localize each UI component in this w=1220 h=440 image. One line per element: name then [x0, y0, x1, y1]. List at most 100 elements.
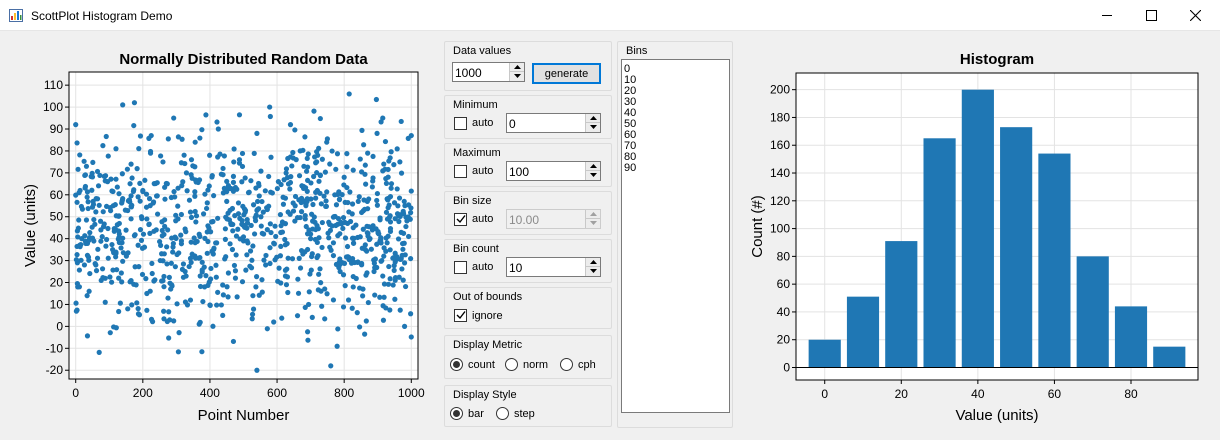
histogram-bar — [885, 241, 918, 368]
style-bar-radio[interactable] — [450, 407, 463, 420]
maximum-arrows[interactable] — [585, 162, 600, 180]
scatter-point — [100, 274, 106, 281]
scatter-point — [208, 265, 214, 272]
bin-count-arrows[interactable] — [585, 258, 600, 276]
scatter-point — [341, 174, 347, 180]
x-tick-label: 1000 — [398, 386, 425, 400]
scatter-point — [282, 267, 289, 273]
scatter-point — [395, 236, 402, 242]
bin-size-arrows[interactable] — [585, 210, 600, 228]
stepper-up-button[interactable] — [586, 210, 600, 219]
data-values-stepper[interactable] — [452, 62, 525, 82]
bin-count-stepper[interactable] — [506, 257, 601, 277]
scatter-point — [82, 233, 88, 239]
stepper-down-button[interactable] — [586, 267, 600, 276]
scatter-point — [139, 271, 146, 278]
scatter-point — [400, 246, 406, 252]
scatter-point — [239, 279, 246, 285]
stepper-down-button[interactable] — [586, 171, 600, 180]
stepper-up-button[interactable] — [586, 162, 600, 171]
scatter-point — [229, 246, 236, 253]
stepper-down-button[interactable] — [510, 72, 524, 81]
scatter-point — [209, 219, 215, 225]
metric-count-radio[interactable] — [450, 358, 463, 371]
scatter-point — [175, 203, 181, 209]
scatter-point — [214, 302, 220, 308]
scatter-point — [103, 243, 109, 249]
metric-norm-radio[interactable] — [505, 358, 518, 371]
scatter-point — [107, 274, 113, 280]
stepper-down-button[interactable] — [586, 219, 600, 228]
style-step-label: step — [514, 408, 535, 420]
scatter-point — [401, 260, 408, 266]
scatter-point — [361, 142, 367, 148]
scatter-point — [159, 233, 165, 239]
bins-listbox[interactable]: 0 10 20 30 40 50 60 70 80 90 — [621, 59, 730, 413]
scatter-point — [166, 335, 172, 341]
scatter-point — [267, 113, 273, 120]
minimum-stepper[interactable] — [506, 113, 601, 133]
scatter-point — [251, 231, 258, 237]
generate-button[interactable]: generate — [532, 63, 601, 84]
chevron-down-icon — [590, 173, 597, 177]
scatter-point — [222, 226, 228, 232]
style-step-radio[interactable] — [496, 407, 509, 420]
minimum-auto-checkbox[interactable] — [454, 117, 467, 130]
scatter-point — [171, 318, 177, 324]
stepper-down-button[interactable] — [586, 123, 600, 132]
list-item[interactable]: 90 — [624, 163, 636, 174]
stepper-up-button[interactable] — [510, 63, 524, 72]
histogram-plot[interactable]: 0 20 40 60 80 100 120 140 160 180 200 0 20 40 60 80 Hist… — [740, 32, 1218, 432]
scatter-point — [125, 207, 131, 214]
scatter-point — [372, 292, 378, 298]
scatter-point — [292, 127, 298, 133]
y-tick-label: 60 — [50, 188, 64, 202]
scatter-point — [232, 213, 238, 219]
scatter-point — [151, 278, 157, 284]
scatter-point — [400, 230, 407, 236]
maximum-stepper[interactable] — [506, 161, 601, 181]
scatter-point — [353, 275, 359, 282]
app-chart-icon — [9, 9, 23, 22]
scatter-point — [113, 176, 119, 182]
scatter-point — [183, 170, 190, 176]
scatter-point — [178, 232, 184, 238]
ignore-checkbox[interactable] — [454, 309, 467, 322]
minimize-button[interactable] — [1084, 0, 1130, 31]
close-button[interactable] — [1172, 0, 1218, 31]
stepper-up-button[interactable] — [586, 258, 600, 267]
bin-count-auto-checkbox[interactable] — [454, 261, 467, 274]
scatter-point — [344, 164, 350, 170]
minimum-arrows[interactable] — [585, 114, 600, 132]
stepper-up-button[interactable] — [586, 114, 600, 123]
scatter-point — [125, 250, 131, 256]
scatter-point — [374, 130, 380, 136]
scatter-point — [259, 198, 265, 205]
scatter-point — [169, 235, 175, 241]
scatter-point — [304, 199, 310, 205]
maximize-button[interactable] — [1128, 0, 1174, 31]
scatter-point — [355, 198, 361, 204]
bin-size-stepper[interactable] — [506, 209, 601, 229]
y-tick-label: -20 — [46, 363, 64, 377]
maximize-icon — [1145, 10, 1157, 21]
maximum-auto-checkbox[interactable] — [454, 165, 467, 178]
scatter-point — [215, 154, 221, 160]
scatter-point — [276, 265, 282, 271]
scatter-point — [314, 239, 320, 246]
scatter-point — [256, 193, 262, 199]
scatter-point — [116, 234, 122, 240]
scatter-plot[interactable]: -20 -10 0 10 20 30 40 50 60 70 80 90 100 110 0 200 400 60… — [0, 32, 440, 432]
bin-count-title: Bin count — [453, 243, 499, 255]
scatter-point — [312, 219, 318, 225]
scatter-point — [388, 185, 394, 191]
metric-cph-radio[interactable] — [560, 358, 573, 371]
scatter-point — [161, 284, 167, 290]
scatter-point — [159, 278, 165, 284]
scatter-point — [158, 153, 164, 159]
scatter-point — [349, 211, 355, 217]
data-values-arrows[interactable] — [509, 63, 524, 81]
scatter-point — [81, 158, 87, 164]
bin-size-auto-checkbox[interactable] — [454, 213, 467, 226]
scatter-point — [144, 216, 150, 222]
